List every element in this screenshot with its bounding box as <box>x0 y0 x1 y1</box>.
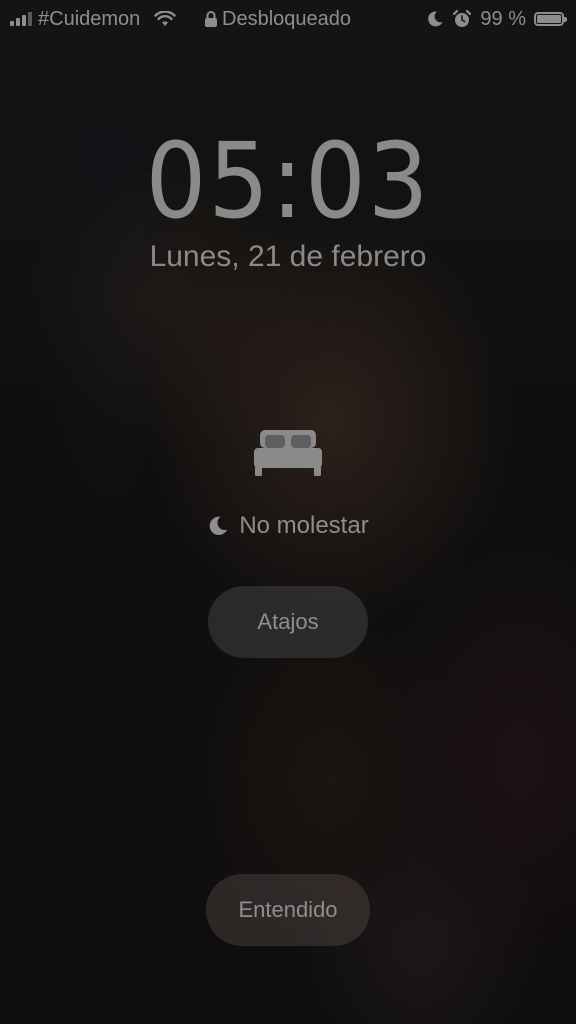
lock-icon <box>205 11 217 27</box>
battery-percent: 99 % <box>480 7 526 30</box>
moon-icon <box>428 11 443 27</box>
dismiss-button[interactable]: Entendido <box>206 874 370 946</box>
status-bar: #Cuidemon Desbloqueado 99 % <box>0 0 576 38</box>
lockscreen-time: 05:03 <box>145 120 431 242</box>
status-right: 99 % <box>426 7 567 31</box>
alarm-icon <box>453 9 472 27</box>
lock-status: Desbloqueado <box>222 7 351 30</box>
wifi-icon <box>154 11 176 26</box>
moon-icon <box>209 516 228 536</box>
focus-mode-indicator: No molestar <box>0 512 576 540</box>
battery-icon <box>534 12 567 26</box>
battery-fill <box>537 15 561 23</box>
status-left: #Cuidemon <box>10 7 176 31</box>
status-center: Desbloqueado <box>204 7 351 31</box>
focus-mode-label: No molestar <box>239 512 369 539</box>
lockscreen-date: Lunes, 21 de febrero <box>149 240 427 273</box>
battery-nub <box>564 17 567 22</box>
bed-icon <box>254 430 322 476</box>
lock-screen: #Cuidemon Desbloqueado 99 % 05:03 Lunes,… <box>0 0 576 1024</box>
shortcuts-button[interactable]: Atajos <box>208 586 368 658</box>
signal-icon <box>10 12 32 26</box>
carrier-name: #Cuidemon <box>38 7 141 30</box>
